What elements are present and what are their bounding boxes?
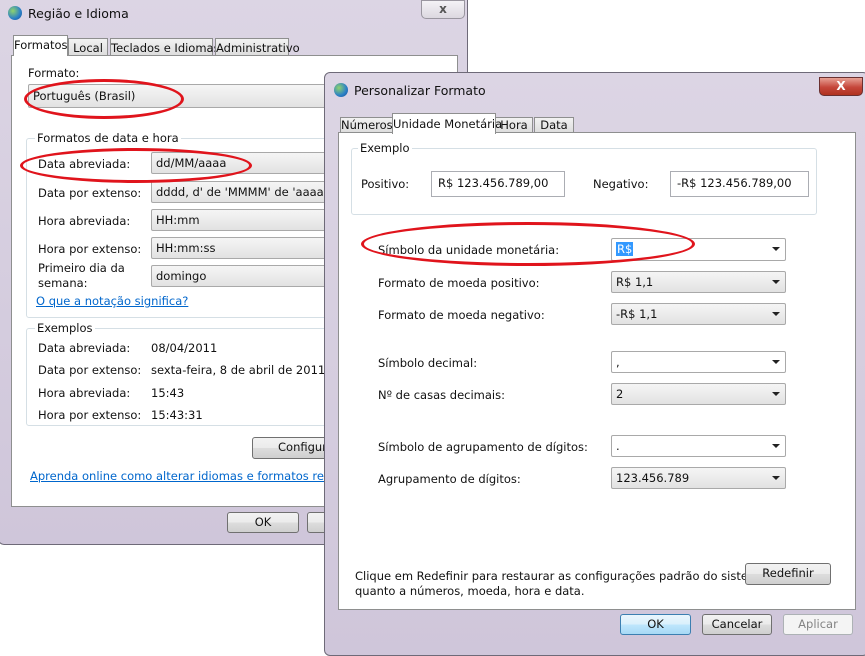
negative-format-select[interactable]: -R$ 1,1 — [611, 303, 786, 325]
positive-example: R$ 123.456.789,00 — [431, 171, 565, 197]
chevron-down-icon[interactable] — [772, 247, 780, 251]
setting-value: 2 — [616, 387, 624, 401]
customize-format-dialog: Personalizar Formato X Números Unidade M… — [324, 72, 865, 656]
reset-info-line-2: quanto a números, moeda, hora e data. — [355, 584, 585, 598]
decimal-symbol-combo[interactable]: , — [611, 351, 786, 373]
tab-unidade-monetaria[interactable]: Unidade Monetária — [392, 113, 502, 134]
grouping-symbol-combo[interactable]: . — [611, 435, 786, 457]
decimal-places-select[interactable]: 2 — [611, 383, 786, 405]
tab-label: Data — [540, 118, 568, 132]
field-value: HH:mm:ss — [156, 241, 216, 255]
setting-value: . — [616, 439, 620, 453]
reset-info-line-1: Clique em Redefinir para restaurar as co… — [355, 569, 767, 583]
tab-teclados[interactable]: Teclados e Idiomas — [110, 38, 220, 56]
example-label: Hora abreviada: — [38, 386, 131, 400]
setting-value: -R$ 1,1 — [616, 307, 658, 321]
cancel-button[interactable]: Cancelar — [702, 614, 772, 635]
ok-button[interactable]: OK — [620, 614, 691, 635]
apply-button[interactable]: Aplicar — [783, 614, 853, 635]
setting-label: Agrupamento de dígitos: — [378, 472, 521, 486]
reset-button[interactable]: Redefinir — [745, 563, 831, 585]
setting-label: Formato de moeda positivo: — [378, 276, 540, 290]
example-label: Hora por extenso: — [38, 408, 142, 422]
close-button[interactable]: X — [819, 77, 863, 96]
setting-label: Símbolo decimal: — [378, 356, 478, 370]
chevron-down-icon — [772, 476, 780, 480]
positive-format-select[interactable]: R$ 1,1 — [611, 271, 786, 293]
globe-icon — [334, 83, 348, 97]
setting-label: Nº de casas decimais: — [378, 388, 505, 402]
example-value: sexta-feira, 8 de abril de 2011 — [151, 363, 326, 377]
group-title: Exemplo — [358, 141, 412, 155]
learn-online-link[interactable]: Aprenda online como alterar idiomas e fo… — [30, 469, 365, 483]
annotation-circle-format — [24, 79, 184, 119]
close-button[interactable]: x — [421, 0, 465, 19]
tab-numeros[interactable]: Números — [340, 117, 393, 133]
example-label: Data por extenso: — [38, 363, 142, 377]
setting-value: 123.456.789 — [616, 471, 690, 485]
tab-label: Hora — [500, 118, 528, 132]
tab-label: Números — [341, 118, 393, 132]
ok-button[interactable]: OK — [227, 512, 299, 533]
example-value: 15:43 — [151, 386, 185, 400]
field-label: Primeiro dia da semana: — [38, 261, 125, 290]
field-value: HH:mm — [156, 213, 200, 227]
tab-label: Teclados e Idiomas — [111, 41, 220, 55]
dialog-title: Região e Idioma — [28, 6, 129, 21]
tab-label: Local — [73, 41, 103, 55]
notation-link[interactable]: O que a notação significa? — [36, 294, 188, 308]
example-value: 15:43:31 — [151, 408, 203, 422]
chevron-down-icon — [772, 312, 780, 316]
field-label: Data por extenso: — [38, 186, 142, 200]
format-label: Formato: — [28, 66, 80, 80]
tab-formatos[interactable]: Formatos — [13, 35, 68, 56]
setting-value: , — [616, 355, 620, 369]
setting-value: R$ 1,1 — [616, 275, 654, 289]
field-label: Hora abreviada: — [38, 214, 131, 228]
field-label: Hora por extenso: — [38, 242, 142, 256]
tab-data[interactable]: Data — [534, 117, 574, 133]
digit-grouping-select[interactable]: 123.456.789 — [611, 467, 786, 489]
chevron-down-icon[interactable] — [772, 444, 780, 448]
chevron-down-icon — [772, 280, 780, 284]
dialog-title: Personalizar Formato — [354, 83, 486, 98]
tab-label: Administrativo — [216, 41, 300, 55]
setting-label: Formato de moeda negativo: — [378, 308, 545, 322]
tab-label: Unidade Monetária — [393, 117, 503, 131]
group-title: Exemplos — [35, 321, 95, 335]
globe-icon — [8, 6, 22, 20]
field-value: domingo — [156, 269, 207, 283]
negative-example: -R$ 123.456.789,00 — [670, 171, 809, 197]
tab-local[interactable]: Local — [68, 38, 108, 56]
example-value: 08/04/2011 — [151, 341, 218, 355]
field-value: dddd, d' de 'MMMM' de 'aaaa — [156, 185, 324, 199]
group-title: Formatos de data e hora — [35, 131, 181, 145]
currency-panel: Exemplo Positivo: R$ 123.456.789,00 Nega… — [338, 132, 856, 610]
tab-administrativo[interactable]: Administrativo — [215, 38, 300, 56]
positive-label: Positivo: — [361, 177, 410, 191]
annotation-circle-currency-symbol — [361, 222, 695, 266]
tab-label: Formatos — [14, 38, 68, 52]
annotation-circle-short-date — [20, 148, 252, 183]
example-label: Data abreviada: — [38, 341, 131, 355]
chevron-down-icon — [772, 392, 780, 396]
setting-label: Símbolo de agrupamento de dígitos: — [378, 440, 588, 454]
negative-label: Negativo: — [593, 177, 649, 191]
chevron-down-icon[interactable] — [772, 360, 780, 364]
